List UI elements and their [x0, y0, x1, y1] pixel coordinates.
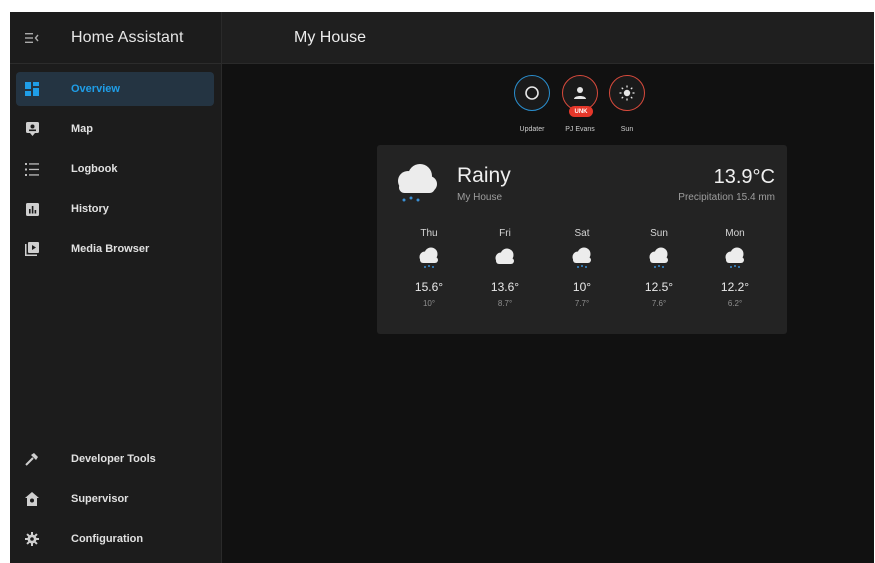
- map-icon: [16, 112, 48, 146]
- app-window: Home Assistant Overview Map Logbook Hist…: [10, 12, 874, 563]
- forecast-day: Fri 13.6° 8.7°: [480, 228, 530, 308]
- sidebar-item-label: Supervisor: [71, 493, 129, 505]
- sidebar-item-logbook[interactable]: Logbook: [16, 152, 214, 186]
- sidebar-item-label: Map: [71, 123, 93, 135]
- logbook-icon: [16, 152, 48, 186]
- sidebar-item-label: Media Browser: [71, 243, 150, 255]
- sidebar-item-media-browser[interactable]: Media Browser: [16, 232, 214, 266]
- menu-collapse-icon: [25, 32, 39, 43]
- forecast-low: 10°: [422, 299, 436, 308]
- forecast-high: 10°: [572, 280, 592, 294]
- forecast-high: 12.2°: [720, 280, 750, 294]
- badge-label: Sun: [620, 126, 634, 133]
- sidebar-item-overview[interactable]: Overview: [16, 72, 214, 106]
- app-title: Home Assistant: [71, 28, 184, 46]
- forecast-high: 12.5°: [644, 280, 674, 294]
- sidebar-item-configuration[interactable]: Configuration: [16, 522, 214, 556]
- sidebar-item-developer-tools[interactable]: Developer Tools: [16, 442, 214, 476]
- chart-history-icon: [16, 192, 48, 226]
- weather-entity-name: My House: [457, 192, 503, 203]
- cloudy-weather-icon: [480, 244, 530, 274]
- account-icon: [574, 87, 586, 99]
- page-title: My House: [294, 29, 367, 46]
- sidebar-item-label: Developer Tools: [71, 453, 156, 465]
- badge-sun[interactable]: [609, 75, 645, 111]
- sidebar-item-supervisor[interactable]: Supervisor: [16, 482, 214, 516]
- forecast-day: Thu 15.6° 10°: [404, 228, 454, 308]
- forecast-day-label: Sat: [574, 228, 590, 239]
- rainy-weather-icon: [557, 244, 607, 274]
- sidebar-item-history[interactable]: History: [16, 192, 214, 226]
- circle-outline-icon: [525, 86, 539, 100]
- badge-updater[interactable]: [514, 75, 550, 111]
- sidebar: Home Assistant Overview Map Logbook Hist…: [10, 12, 222, 563]
- status-badge: UNK: [569, 106, 593, 117]
- forecast-day-label: Fri: [499, 228, 511, 239]
- sidebar-item-label: Logbook: [71, 163, 118, 175]
- current-temperature: 13.9°C: [713, 166, 775, 188]
- rainy-weather-icon: [391, 162, 441, 213]
- hammer-icon: [16, 442, 48, 476]
- cog-icon: [16, 522, 48, 556]
- precipitation-value: Precipitation 15.4 mm: [678, 192, 775, 203]
- rainy-weather-icon: [710, 244, 760, 274]
- sidebar-item-map[interactable]: Map: [16, 112, 214, 146]
- top-app-bar: My House: [222, 12, 874, 64]
- forecast-low: 8.7°: [497, 299, 513, 308]
- sidebar-item-label: Overview: [71, 83, 120, 95]
- forecast-low: 7.6°: [651, 299, 667, 308]
- sidebar-item-label: Configuration: [71, 533, 144, 545]
- sun-icon: [619, 85, 635, 101]
- sidebar-header: Home Assistant: [10, 12, 221, 64]
- sidebar-item-label: History: [71, 203, 109, 215]
- forecast-day: Sat 10° 7.7°: [557, 228, 607, 308]
- weather-state: Rainy: [457, 164, 511, 187]
- rainy-weather-icon: [634, 244, 684, 274]
- view-dashboard-icon: [16, 72, 48, 106]
- weather-forecast-card[interactable]: Rainy My House 13.9°C Precipitation 15.4…: [377, 145, 787, 334]
- forecast-day-label: Thu: [420, 228, 438, 239]
- media-browser-icon: [16, 232, 48, 266]
- rainy-weather-icon: [404, 244, 454, 274]
- forecast-day-label: Mon: [725, 228, 745, 239]
- forecast-high: 13.6°: [490, 280, 520, 294]
- forecast-day: Mon 12.2° 6.2°: [710, 228, 760, 308]
- forecast-day: Sun 12.5° 7.6°: [634, 228, 684, 308]
- forecast-high: 15.6°: [414, 280, 444, 294]
- forecast-day-label: Sun: [650, 228, 668, 239]
- supervisor-icon: [16, 482, 48, 516]
- forecast-low: 7.7°: [574, 299, 590, 308]
- forecast-low: 6.2°: [727, 299, 743, 308]
- menu-toggle-button[interactable]: [10, 12, 54, 64]
